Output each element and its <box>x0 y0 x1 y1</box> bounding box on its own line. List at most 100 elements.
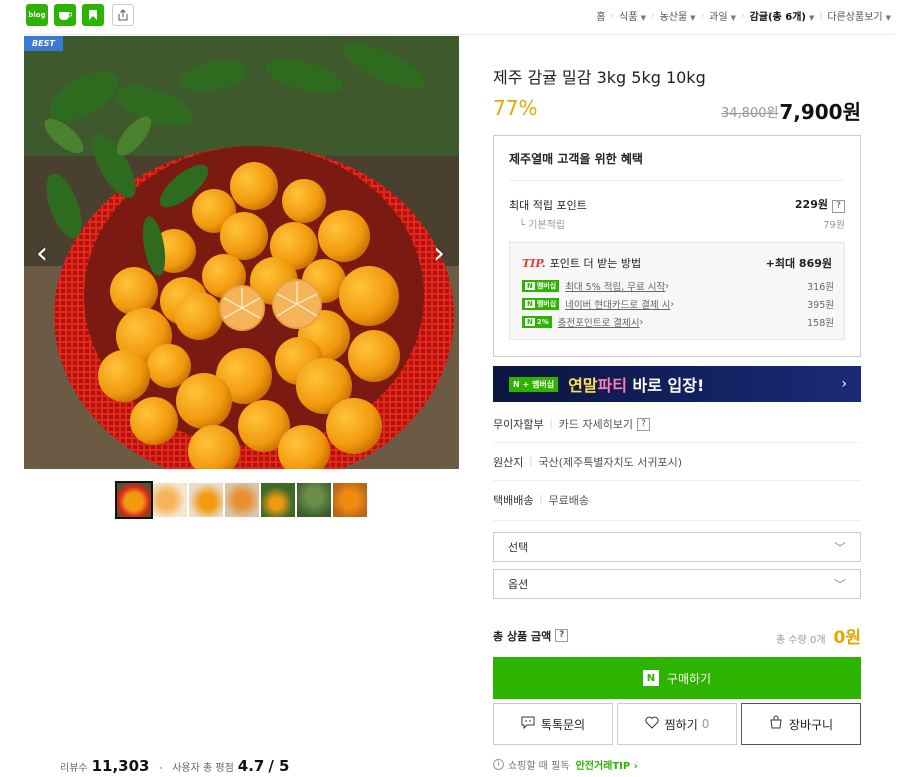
other-products-link[interactable]: 다른상품보기 ▼ <box>822 8 896 23</box>
cafe-icon[interactable] <box>54 4 76 26</box>
dot-separator: • <box>158 764 164 773</box>
select-placeholder: 옵션 <box>508 578 529 591</box>
thumbnail-1[interactable] <box>115 481 153 519</box>
chevron-right-icon: › <box>665 280 670 292</box>
origin-value: 국산(제주특별자치도 서귀포시) <box>538 456 683 469</box>
tip-row[interactable]: N 멤버십 최대 5% 적립, 무료 시작 › 316원 <box>522 279 834 293</box>
base-points-value: 79원 <box>823 220 845 231</box>
chevron-right-icon: › <box>639 316 644 328</box>
caret-down-icon: ▼ <box>690 14 696 22</box>
tip-value: 395원 <box>807 300 834 311</box>
delivery-row: 택배배송 | 무료배송 <box>493 492 861 521</box>
cart-button[interactable]: 장바구니 <box>741 703 861 745</box>
tip-box: TIP. 포인트 더 받는 방법 +최대 869원 N 멤버십 최대 5% 적립, … <box>509 242 845 340</box>
tip-title: 포인트 더 받는 방법 <box>549 257 642 270</box>
tree-branch-icon: └ <box>519 220 529 231</box>
top-bar: blog 홈 › 식품 ▼ › 농산물 ▼ › 과일 ▼ › 감귤(총 6개) ▼ | … <box>0 0 900 30</box>
thumbnail-strip <box>115 481 367 519</box>
safe-trade-link[interactable]: 안전거래TIP › <box>576 757 638 772</box>
tip-row[interactable]: N 2% 충전포인트로 결제시 › 158원 <box>522 315 834 329</box>
card-details-link[interactable]: 카드 자세히보기 <box>559 416 633 432</box>
max-points-value: 229원 <box>794 198 828 211</box>
info-separator: | <box>549 419 553 429</box>
help-icon[interactable]: ? <box>832 200 845 213</box>
rating-max: / 5 <box>268 757 290 775</box>
help-icon[interactable]: ? <box>555 629 569 642</box>
breadcrumb-home[interactable]: 홈 <box>591 8 610 23</box>
wishlist-label: 찜하기 <box>664 717 698 732</box>
option-select-1[interactable]: 선택 ﹀ <box>493 532 861 562</box>
buy-button[interactable]: N 구매하기 <box>493 657 861 699</box>
tip-link[interactable]: 최대 5% 적립, 무료 시작 <box>565 279 665 293</box>
tip-link[interactable]: 충전포인트로 결제시 <box>558 315 640 329</box>
talk-inquiry-label: 톡톡문의 <box>540 717 586 732</box>
review-stats: 리뷰수 11,303 • 사용자 총 평점 4.7 / 5 <box>60 757 290 775</box>
breadcrumb-agri[interactable]: 농산물 ▼ <box>655 8 701 23</box>
base-points-row: └ 기본적립 79원 <box>509 216 845 231</box>
base-points-label: 기본적립 <box>528 220 566 231</box>
prev-image-arrow-icon[interactable]: ‹ <box>36 236 48 271</box>
tangerine-basket-photo <box>24 36 459 469</box>
breadcrumb: 홈 › 식품 ▼ › 농산물 ▼ › 과일 ▼ › 감귤(총 6개) ▼ | 다른상품보… <box>591 8 896 24</box>
cart-label: 장바구니 <box>788 717 834 732</box>
product-main-image[interactable]: BEST ‹ › <box>24 36 459 469</box>
origin-row: 원산지 | 국산(제주특별자치도 서귀포시) <box>493 454 861 481</box>
info-separator: | <box>529 457 533 467</box>
total-label: 총 상품 금액 <box>493 629 552 643</box>
shopping-bag-icon <box>769 715 783 733</box>
max-points-label: 최대 적립 포인트 <box>509 198 587 212</box>
breadcrumb-food[interactable]: 식품 ▼ <box>614 8 651 23</box>
tip-link[interactable]: 네이버 현대카드로 결제 시 <box>565 297 670 311</box>
k-icon[interactable] <box>82 4 104 26</box>
help-icon[interactable]: ? <box>637 417 650 431</box>
membership-party-banner[interactable]: N + 멤버십 연말파티 바로 입장! › <box>493 366 861 402</box>
chevron-right-icon: › <box>670 298 675 310</box>
tip-header: TIP. 포인트 더 받는 방법 <box>522 255 641 271</box>
thumbnail-3[interactable] <box>189 483 223 517</box>
delivery-label: 택배배송 <box>493 494 534 507</box>
tip-tag: TIP. <box>522 257 546 270</box>
origin-label: 원산지 <box>493 456 524 469</box>
total-price: 0원 <box>833 628 861 648</box>
max-points-row: 최대 적립 포인트 229원? <box>509 196 845 213</box>
rating-label: 사용자 총 평점 <box>172 763 234 774</box>
membership-badge: N 멤버십 <box>522 298 560 310</box>
talk-inquiry-button[interactable]: 톡톡문의 <box>493 703 613 745</box>
breadcrumb-fruit[interactable]: 과일 ▼ <box>704 8 741 23</box>
thumbnail-6[interactable] <box>297 483 331 517</box>
discount-rate: 77% <box>493 96 538 120</box>
select-placeholder: 선택 <box>508 541 529 554</box>
safe-trade-text: 쇼핑할 때 필독 <box>508 761 570 772</box>
benefit-box: 제주열매 고객을 위한 혜택 최대 적립 포인트 229원? └ 기본적립 79… <box>493 135 861 357</box>
installment-row: 무이자할부 | 카드 자세히보기 ? <box>493 416 861 443</box>
breadcrumb-current[interactable]: 감귤(총 6개) ▼ <box>745 8 820 23</box>
top-divider <box>24 34 894 35</box>
tip-value: 158원 <box>807 318 834 329</box>
caret-down-icon: ▼ <box>730 14 736 22</box>
total-row: 총 상품 금액? 총 수량 0개 0원 <box>493 623 861 648</box>
info-icon: i <box>493 759 504 770</box>
thumbnail-2[interactable] <box>153 483 187 517</box>
tip-row[interactable]: N 멤버십 네이버 현대카드로 결제 시 › 395원 <box>522 297 834 311</box>
chevron-down-icon: ﹀ <box>833 577 846 592</box>
thumbnail-4[interactable] <box>225 483 259 517</box>
tip-max-points: +최대 869원 <box>765 257 832 270</box>
installment-label: 무이자할부 <box>493 418 544 431</box>
buy-button-label: 구매하기 <box>666 671 712 686</box>
blog-icon[interactable]: blog <box>26 4 48 26</box>
wishlist-count: 0 <box>701 717 710 731</box>
option-select-2[interactable]: 옵션 ﹀ <box>493 569 861 599</box>
share-icon[interactable] <box>112 4 134 26</box>
caret-down-icon: ▼ <box>808 14 815 22</box>
best-badge: BEST <box>24 36 63 51</box>
thumbnail-5[interactable] <box>261 483 295 517</box>
next-image-arrow-icon[interactable]: › <box>433 236 445 271</box>
safe-trade-notice: i 쇼핑할 때 필독 안전거래TIP › <box>493 757 638 772</box>
sale-price: 7,900원 <box>779 100 861 124</box>
review-count[interactable]: 11,303 <box>92 757 150 775</box>
original-price: 34,800원 <box>721 106 779 121</box>
thumbnail-7[interactable] <box>333 483 367 517</box>
membership-badge: N 멤버십 <box>522 280 560 292</box>
info-separator: | <box>539 495 543 505</box>
wishlist-button[interactable]: 찜하기 0 <box>617 703 737 745</box>
